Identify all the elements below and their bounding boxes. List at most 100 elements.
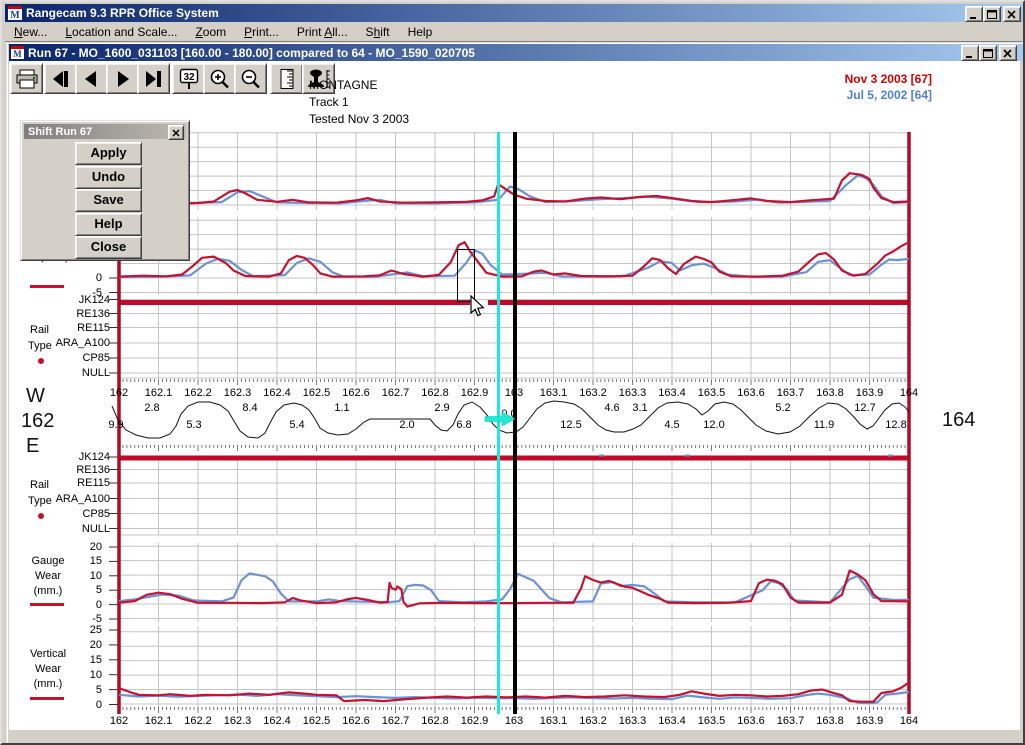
milepost-tick-label: 163.3 <box>611 715 655 727</box>
milepost-tick-label: 162.4 <box>255 715 299 727</box>
curvature-value: 12.5 <box>556 419 586 431</box>
zoom-out-button[interactable] <box>234 63 267 94</box>
zoom-in-icon <box>207 68 233 90</box>
milepost-east: 164 <box>942 408 975 433</box>
y-tick-label: 10 <box>68 570 102 582</box>
rail-type-caption: Rail <box>30 324 49 336</box>
maximize-icon[interactable] <box>983 6 1001 22</box>
milepost-tick-label: 163.6 <box>729 715 773 727</box>
zoom-in-button[interactable] <box>203 63 236 94</box>
skip-back-icon <box>48 68 74 90</box>
gauge-wear-label: Gauge <box>26 555 70 567</box>
shift-dialog-title: Shift Run 67 <box>28 126 92 138</box>
milepost-tick-label: 163.2 <box>571 387 615 399</box>
milepost-tick-label: 162.3 <box>216 387 260 399</box>
milepost-tick-label: 162.5 <box>295 387 339 399</box>
rail-type-caption: Type <box>28 495 52 507</box>
skip-forward-button[interactable] <box>137 63 170 94</box>
rail-type-label: JK124 <box>48 451 110 463</box>
application-window: M Rangecam 9.3 RPR Office System New...L… <box>0 0 1025 745</box>
milepost-tick-label: 162.7 <box>374 715 418 727</box>
ruler-button[interactable] <box>270 63 303 94</box>
menu-item-new---[interactable]: New... <box>5 23 56 41</box>
curvature-value: 2.0 <box>392 419 422 431</box>
dialog-close-icon[interactable] <box>168 125 184 140</box>
close-button[interactable]: Close <box>75 236 142 259</box>
rail-type-label: CP85 <box>48 352 110 364</box>
milepost-tick-label: 164 <box>887 387 931 399</box>
compare-run-date: Jul 5, 2002 [64] <box>772 88 932 102</box>
menu-item-zoom[interactable]: Zoom <box>186 23 235 41</box>
rail-type-label: ARA_A100 <box>48 493 110 505</box>
undo-button[interactable]: Undo <box>75 166 142 189</box>
current-run-date: Nov 3 2003 [67] <box>772 72 932 86</box>
milepost-tick-label: 162.8 <box>413 715 457 727</box>
curvature-value: 12.0 <box>699 419 729 431</box>
vertical-legend-line <box>30 697 64 700</box>
rail-type-label: RE136 <box>48 464 110 476</box>
rail-type-legend-dot <box>38 358 44 364</box>
gauge-legend-line <box>30 603 64 606</box>
milepost-tick-label: 162.3 <box>216 715 260 727</box>
track-name: Track 1 <box>309 95 349 109</box>
save-button[interactable]: Save <box>75 189 142 212</box>
menu-item-location-and-scale---[interactable]: Location and Scale... <box>56 23 186 41</box>
apply-button[interactable]: Apply <box>75 142 142 165</box>
menu-item-print-all---[interactable]: Print All... <box>288 23 357 41</box>
menu-item-print---[interactable]: Print... <box>235 23 288 41</box>
step-back-button[interactable] <box>75 63 108 94</box>
curvature-value: 8.4 <box>235 402 265 414</box>
skip-forward-icon <box>141 68 167 90</box>
tested-date: Tested Nov 3 2003 <box>309 112 409 126</box>
gauge-wear-label: Wear <box>26 570 70 582</box>
milepost-tick-label: 162.1 <box>137 715 181 727</box>
svg-text:M: M <box>10 10 20 20</box>
milepost-tick-label: 162.9 <box>453 715 497 727</box>
curvature-value: 9.9 <box>101 419 131 431</box>
zoom-out-icon <box>238 68 264 90</box>
step-forward-button[interactable] <box>106 63 139 94</box>
step-back-icon <box>79 68 105 90</box>
curvature-value: 2.8 <box>137 402 167 414</box>
curvature-value: 6.8 <box>449 419 479 431</box>
step-forward-icon <box>110 68 136 90</box>
milepost-tick-label: 162.9 <box>453 387 497 399</box>
rail-type-label: RE115 <box>48 477 110 489</box>
child-close-icon[interactable] <box>999 45 1017 61</box>
y-tick-label: 0 <box>68 272 102 284</box>
ruler-icon <box>274 68 300 90</box>
child-restore-icon[interactable] <box>979 45 997 61</box>
rail-type-label: NULL <box>48 367 110 379</box>
gauge-wear-label: (mm.) <box>26 585 70 597</box>
svg-text:M: M <box>13 49 22 59</box>
curvature-value: 12.8 <box>881 419 911 431</box>
shift-dialog-title-bar[interactable]: Shift Run 67 <box>24 124 186 139</box>
skip-back-button[interactable] <box>44 63 77 94</box>
rail-type-label: CP85 <box>48 508 110 520</box>
milepost-tick-label: 163.4 <box>650 715 694 727</box>
location-name: MONTAGNE <box>309 78 377 92</box>
y-tick-label: 15 <box>68 654 102 666</box>
milepost-tick-label: 162.6 <box>334 715 378 727</box>
main-title-bar: M Rangecam 9.3 RPR Office System <box>5 4 1025 22</box>
milepost-west: W162E <box>26 384 54 459</box>
milepost-tick-label: 163.1 <box>532 715 576 727</box>
close-icon[interactable] <box>1003 6 1021 22</box>
curvature-value: 12.7 <box>850 402 880 414</box>
menu-item-shift[interactable]: Shift <box>357 23 399 41</box>
shift-origin-line[interactable] <box>497 132 500 714</box>
scale-sign-button[interactable]: 32 <box>172 63 205 94</box>
curvature-value: 5.4 <box>282 419 312 431</box>
help-button[interactable]: Help <box>75 213 142 236</box>
print-button[interactable] <box>10 63 43 94</box>
milepost-tick-label: 162.2 <box>176 715 220 727</box>
menu-item-help[interactable]: Help <box>399 23 442 41</box>
milepost-tick-label: 162.8 <box>413 387 457 399</box>
milepost-tick-label: 163.5 <box>690 387 734 399</box>
milepost-tick-label: 163.6 <box>729 387 773 399</box>
curvature-value: 5.2 <box>768 402 798 414</box>
shift-target-line[interactable] <box>513 132 517 714</box>
shift-dialog: Shift Run 67 ApplyUndoSaveHelpClose <box>20 120 190 261</box>
milepost-tick-label: 163.9 <box>848 387 892 399</box>
rail-type-caption: Type <box>28 340 52 352</box>
